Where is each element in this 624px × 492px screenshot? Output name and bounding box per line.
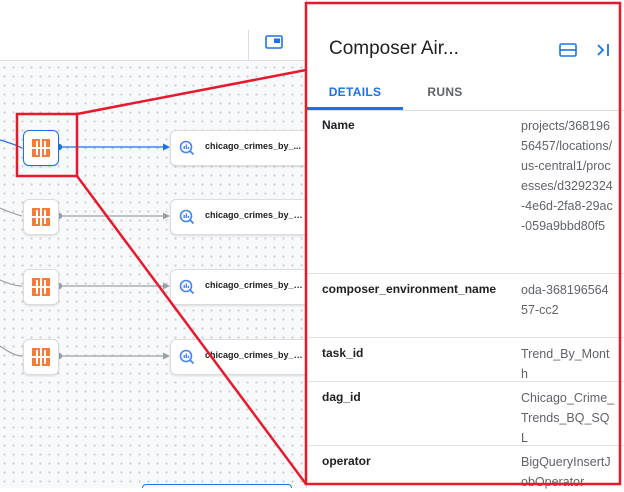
detail-key: task_id xyxy=(322,346,364,360)
detail-row-composer-environment-name: composer_environment_name oda-3681965645… xyxy=(307,274,624,338)
table-node-label: chicago_crimes_by_h... xyxy=(205,210,305,220)
bigquery-icon xyxy=(179,349,195,365)
composer-airflow-icon xyxy=(32,278,50,296)
panel-title: Composer Air... xyxy=(329,38,459,59)
collapse-panel-icon[interactable] xyxy=(595,42,611,58)
table-node-label: chicago_crimes_by_d... xyxy=(205,280,305,290)
tab-runs[interactable]: RUNS xyxy=(407,74,483,110)
bigquery-table-node[interactable]: chicago_crimes_by_y... xyxy=(170,339,306,375)
bigquery-table-node[interactable]: chicago_crimes_by_d... xyxy=(170,269,306,305)
detail-value: Trend_By_Month xyxy=(521,347,610,381)
graph-edges xyxy=(0,139,170,360)
composer-operator-node-selected[interactable] xyxy=(23,130,59,166)
detail-value: oda-36819656457-cc2 xyxy=(521,283,609,317)
details-table: Name projects/36819656457/locations/us-c… xyxy=(307,110,624,490)
detail-row-name: Name projects/36819656457/locations/us-c… xyxy=(307,110,624,274)
detail-key: operator xyxy=(322,454,371,468)
detail-key: Name xyxy=(322,118,355,132)
composer-airflow-icon xyxy=(32,208,50,226)
composer-operator-node[interactable] xyxy=(23,199,59,235)
composer-airflow-icon xyxy=(32,348,50,366)
composer-operator-node[interactable] xyxy=(23,339,59,375)
detail-value: BigQueryInsertJobOperator xyxy=(521,455,611,489)
bigquery-table-node[interactable]: chicago_crimes_by_h... xyxy=(170,199,306,235)
bigquery-icon xyxy=(179,209,195,225)
detail-key: composer_environment_name xyxy=(322,282,497,296)
graph-node-partial[interactable] xyxy=(142,484,292,488)
detail-row-dag-id: dag_id Chicago_Crime_Trends_BQ_SQL xyxy=(307,382,624,446)
composer-operator-node[interactable] xyxy=(23,269,59,305)
lineage-graph-canvas[interactable]: chicago_crimes_by_... chicago_crimes_by_… xyxy=(0,0,306,488)
bigquery-icon xyxy=(179,279,195,295)
table-node-label: chicago_crimes_by_y... xyxy=(205,350,305,360)
panel-tabs: DETAILS RUNS xyxy=(307,74,624,111)
detail-row-operator: operator BigQueryInsertJobOperator xyxy=(307,446,624,490)
detail-value: Chicago_Crime_Trends_BQ_SQL xyxy=(521,391,615,445)
detail-value: projects/36819656457/locations/us-centra… xyxy=(521,119,613,233)
bigquery-table-node[interactable]: chicago_crimes_by_... xyxy=(170,130,306,166)
composer-airflow-icon xyxy=(32,139,50,157)
tab-details[interactable]: DETAILS xyxy=(307,74,403,110)
table-node-label: chicago_crimes_by_... xyxy=(205,141,302,151)
detail-row-task-id: task_id Trend_By_Month xyxy=(307,338,624,382)
node-details-panel: Composer Air... DETAILS RUNS Name projec… xyxy=(306,0,624,490)
bigquery-icon xyxy=(179,140,195,156)
detail-key: dag_id xyxy=(322,390,361,404)
panel-layout-icon[interactable] xyxy=(559,43,577,57)
